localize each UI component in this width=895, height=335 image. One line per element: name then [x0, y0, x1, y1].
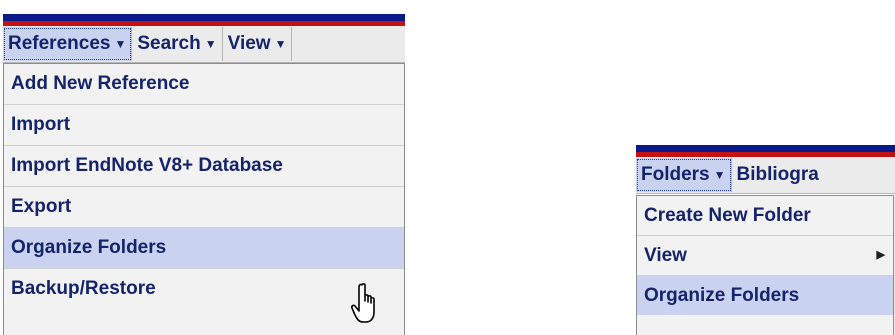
menu-item-create-new-folder[interactable]: Create New Folder — [637, 196, 893, 235]
caret-down-icon: ▼ — [274, 37, 287, 51]
menu-item-import[interactable]: Import — [4, 104, 404, 145]
menu-item-view-label: View — [644, 245, 687, 266]
menu-item-view[interactable]: View ▶ — [637, 235, 893, 275]
header-stripe — [636, 145, 895, 157]
bibliography-menu-button[interactable]: Bibliogra — [732, 158, 824, 192]
menu-item-import-endnote[interactable]: Import EndNote V8+ Database — [4, 145, 404, 186]
search-menu-button[interactable]: Search ▼ — [132, 27, 223, 61]
caret-down-icon: ▼ — [713, 168, 726, 182]
folders-menu-button[interactable]: Folders ▼ — [636, 158, 732, 192]
header-stripe — [3, 14, 405, 26]
caret-right-icon: ▶ — [876, 249, 885, 261]
left-menu-panel: References ▼ Search ▼ View ▼ Add New Ref… — [3, 0, 405, 335]
search-menu-label: Search — [137, 33, 201, 54]
references-menu-label: References — [8, 33, 111, 54]
folders-menu-label: Folders — [641, 164, 710, 185]
menu-bar: Folders ▼ Bibliogra — [636, 157, 895, 194]
caret-down-icon: ▼ — [204, 37, 217, 51]
menu-item-backup-restore[interactable]: Backup/Restore — [4, 268, 404, 309]
folders-dropdown: Create New Folder View ▶ Organize Folder… — [636, 195, 894, 335]
menu-bar: References ▼ Search ▼ View ▼ — [3, 26, 405, 63]
menu-item-add-new-reference[interactable]: Add New Reference — [4, 64, 404, 104]
references-dropdown: Add New Reference Import Import EndNote … — [3, 63, 405, 335]
references-menu-button[interactable]: References ▼ — [3, 27, 133, 61]
menu-item-export[interactable]: Export — [4, 186, 404, 227]
view-menu-label: View — [227, 33, 271, 54]
right-menu-panel: Folders ▼ Bibliogra Create New Folder Vi… — [636, 145, 895, 335]
menu-item-organize-folders[interactable]: Organize Folders — [4, 227, 404, 268]
caret-down-icon: ▼ — [114, 37, 127, 51]
view-menu-button[interactable]: View ▼ — [223, 27, 293, 61]
hand-pointer-icon — [351, 283, 375, 323]
bibliography-menu-label: Bibliogra — [736, 164, 819, 185]
menu-item-organize-folders[interactable]: Organize Folders — [637, 275, 893, 315]
